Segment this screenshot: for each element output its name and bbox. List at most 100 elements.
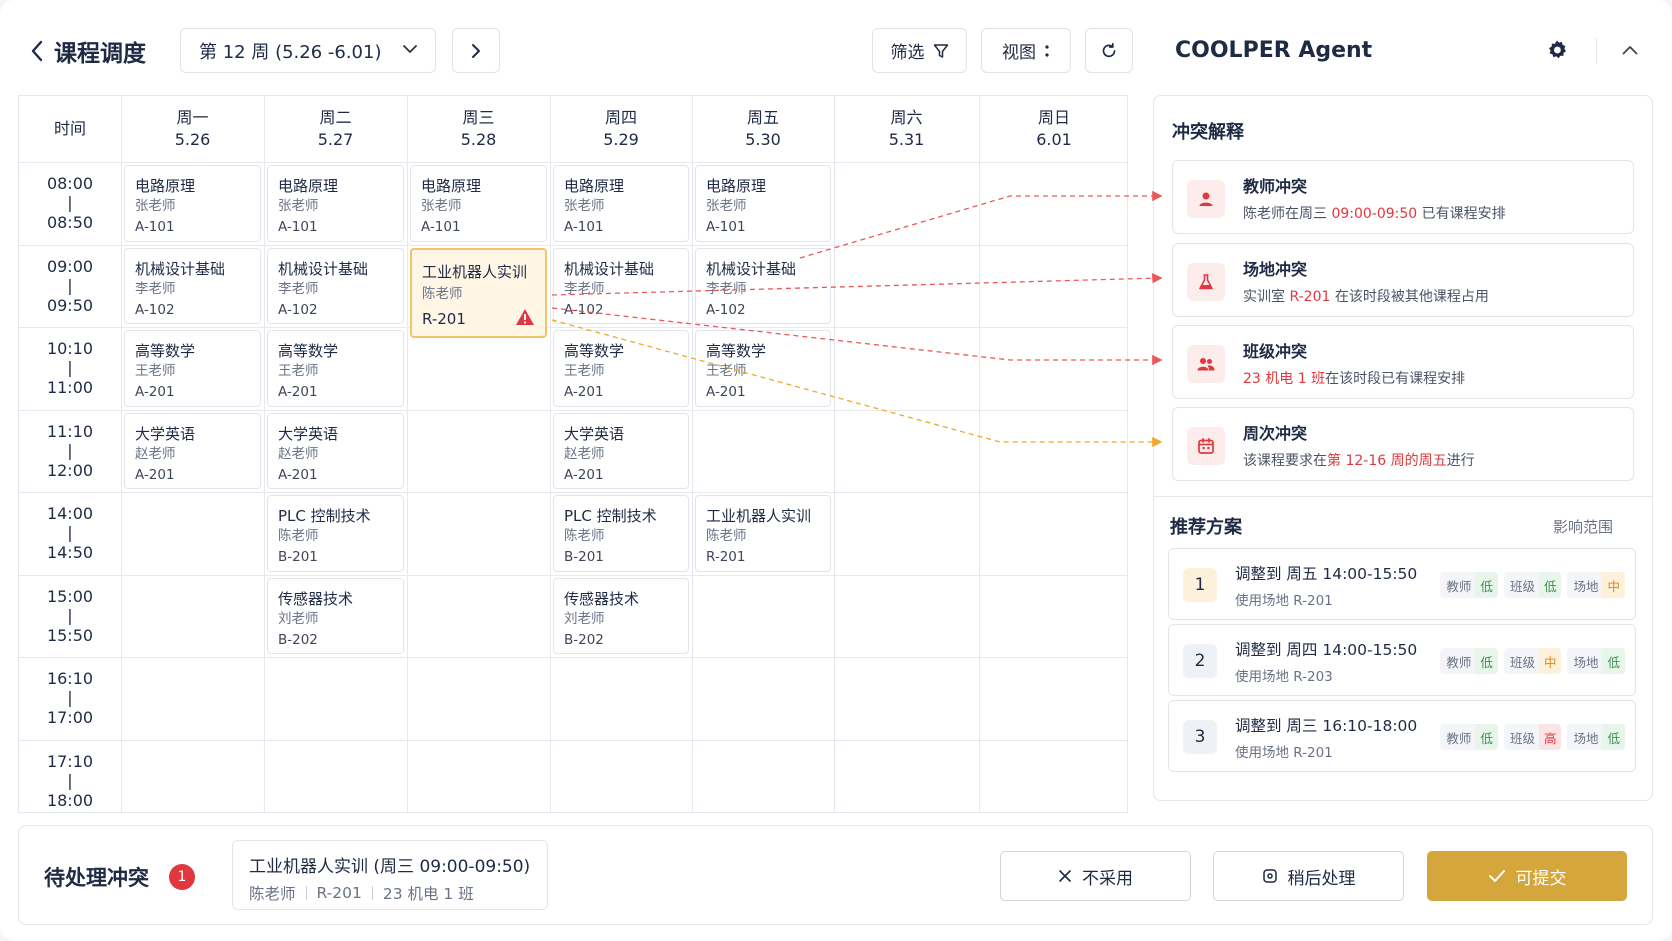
- course-card[interactable]: 机械设计基础 李老师 A-102: [553, 247, 689, 324]
- impact-tag-label: 班级: [1509, 654, 1535, 670]
- header-divider: [1596, 38, 1597, 64]
- column-divider: [550, 96, 551, 812]
- course-card[interactable]: 高等数学 王老师 A-201: [695, 330, 831, 407]
- slot-separator: |: [67, 193, 73, 213]
- course-card[interactable]: 工业机器人实训 陈老师 R-201: [695, 495, 831, 572]
- course-card[interactable]: 高等数学 王老师 A-201: [553, 330, 689, 407]
- course-card[interactable]: PLC 控制技术 陈老师 B-201: [267, 495, 404, 572]
- conflict-item[interactable]: 周次冲突 该课程要求在第 12-16 周的周五进行: [1172, 407, 1634, 481]
- reject-button[interactable]: 不采用: [1000, 851, 1191, 901]
- conflict-title: 教师冲突: [1243, 177, 1308, 196]
- gear-icon[interactable]: [1545, 38, 1569, 62]
- slot-end: 18:00: [46, 790, 94, 810]
- impact-tag-level: 高: [1538, 724, 1562, 750]
- pending-conflict-card[interactable]: 工业机器人实训 (周三 09:00-09:50) 陈老师 R-201 23 机电…: [232, 840, 548, 910]
- recommendation-room: 使用场地 R-201: [1235, 593, 1333, 609]
- course-room: A-101: [706, 219, 746, 235]
- conflict-desc-pre: 陈老师在周三: [1243, 206, 1332, 222]
- course-card[interactable]: 大学英语 赵老师 A-201: [124, 412, 261, 489]
- day-name: 周一: [176, 108, 209, 127]
- recommendation-room: 使用场地 R-203: [1235, 669, 1333, 685]
- impact-tag-room: 场地低: [1567, 724, 1625, 750]
- course-teacher: 陈老师: [422, 285, 463, 302]
- impact-scope-link[interactable]: 影响范围: [1553, 516, 1613, 537]
- agent-title: COOLPER Agent: [1175, 38, 1373, 63]
- conflict-title: 场地冲突: [1243, 260, 1308, 279]
- course-teacher: 赵老师: [564, 445, 605, 462]
- recommendation-title: 调整到 周三 16:10-18:00: [1235, 717, 1418, 735]
- column-divider: [407, 96, 408, 812]
- view-button[interactable]: 视图: [981, 28, 1071, 73]
- view-button-label: 视图: [1002, 43, 1036, 63]
- row-divider: [19, 492, 1127, 493]
- course-room: A-201: [135, 384, 175, 400]
- course-card[interactable]: 电路原理 张老师 A-101: [267, 165, 404, 242]
- day-header: 周五 5.30: [692, 96, 834, 162]
- refresh-button[interactable]: [1085, 28, 1133, 73]
- course-card[interactable]: 传感器技术 刘老师 B-202: [553, 577, 689, 654]
- recommendation-item[interactable]: 2 调整到 周四 14:00-15:50 使用场地 R-203 教师低班级中场地低: [1168, 624, 1636, 696]
- column-divider: [979, 96, 980, 812]
- course-card[interactable]: 电路原理 张老师 A-101: [410, 165, 547, 242]
- course-card[interactable]: PLC 控制技术 陈老师 B-201: [553, 495, 689, 572]
- week-selector[interactable]: 第 12 周 (5.26 -6.01): [180, 28, 436, 73]
- course-card[interactable]: 传感器技术 刘老师 B-202: [267, 577, 404, 654]
- more-vertical-icon: [1045, 44, 1049, 57]
- slot-end: 17:00: [46, 708, 94, 728]
- column-divider: [834, 96, 835, 812]
- submit-button[interactable]: 可提交: [1427, 851, 1627, 901]
- time-slot: 11:10 | 12:00: [19, 410, 121, 493]
- conflict-explain-title: 冲突解释: [1172, 122, 1244, 143]
- course-card[interactable]: 高等数学 王老师 A-201: [267, 330, 404, 407]
- conflict-item[interactable]: 场地冲突 实训室 R-201 在该时段被其他课程占用: [1172, 243, 1634, 317]
- time-column-header: 时间: [19, 96, 121, 162]
- course-room: A-201: [564, 466, 604, 483]
- back-icon[interactable]: [26, 36, 48, 66]
- day-header: 周日 6.01: [979, 96, 1129, 162]
- course-room: A-101: [135, 219, 175, 235]
- chevron-up-icon[interactable]: [1618, 38, 1642, 62]
- recommendation-item[interactable]: 3 调整到 周三 16:10-18:00 使用场地 R-201 教师低班级高场地低: [1168, 700, 1636, 772]
- course-name: 工业机器人实训: [422, 262, 528, 281]
- slot-end: 14:50: [46, 543, 94, 563]
- row-divider: [19, 657, 1127, 658]
- course-card[interactable]: 大学英语 赵老师 A-201: [267, 412, 404, 489]
- course-name: 大学英语: [564, 424, 625, 443]
- next-week-button[interactable]: [452, 28, 500, 73]
- conflict-item[interactable]: 班级冲突 23 机电 1 班在该时段已有课程安排: [1172, 325, 1634, 399]
- pending-room: R-201: [316, 884, 362, 902]
- recommendation-room: 使用场地 R-201: [1235, 745, 1333, 761]
- check-icon: [1488, 870, 1505, 882]
- conflict-item[interactable]: 教师冲突 陈老师在周三 09:00-09:50 已有课程安排: [1172, 160, 1634, 234]
- calendar-icon: [1187, 427, 1225, 465]
- time-slot: 10:10 | 11:00: [19, 327, 121, 410]
- conflict-description: 该课程要求在第 12-16 周的周五进行: [1243, 450, 1475, 470]
- course-card[interactable]: 机械设计基础 李老师 A-102: [124, 247, 261, 324]
- course-card[interactable]: 电路原理 张老师 A-101: [553, 165, 689, 242]
- course-card[interactable]: 电路原理 张老师 A-101: [124, 165, 261, 242]
- course-card[interactable]: 机械设计基础 李老师 A-102: [267, 247, 404, 324]
- course-name: PLC 控制技术: [278, 507, 371, 525]
- filter-button[interactable]: 筛选: [872, 28, 967, 73]
- time-slot: 09:00 | 09:50: [19, 245, 121, 328]
- recommendation-item[interactable]: 1 调整到 周五 14:00-15:50 使用场地 R-201 教师低班级低场地中: [1168, 548, 1636, 620]
- slot-separator: |: [67, 523, 73, 543]
- later-button-label: 稍后处理: [1287, 868, 1356, 889]
- slot-start: 16:10: [46, 669, 94, 689]
- course-card[interactable]: 高等数学 王老师 A-201: [124, 330, 261, 407]
- course-name: 机械设计基础: [278, 259, 369, 278]
- conflict-course-card[interactable]: 工业机器人实训 陈老师 R-201: [410, 247, 547, 338]
- slot-separator: |: [67, 358, 73, 378]
- impact-tag-level: 低: [1475, 648, 1498, 674]
- course-card[interactable]: 电路原理 张老师 A-101: [695, 165, 831, 242]
- course-card[interactable]: 大学英语赵老师 A-201: [553, 412, 689, 489]
- conflict-desc-highlight: 09:00-09:50: [1331, 206, 1418, 222]
- course-card[interactable]: 机械设计基础 李老师 A-102: [695, 247, 831, 324]
- day-date: 5.30: [745, 130, 781, 149]
- course-room: A-102: [564, 301, 604, 318]
- day-header: 周六 5.31: [834, 96, 979, 162]
- course-name: 高等数学: [278, 342, 339, 360]
- recommendation-rank: 2: [1183, 644, 1217, 678]
- course-name: 电路原理: [421, 177, 482, 195]
- later-button[interactable]: 稍后处理: [1213, 851, 1404, 901]
